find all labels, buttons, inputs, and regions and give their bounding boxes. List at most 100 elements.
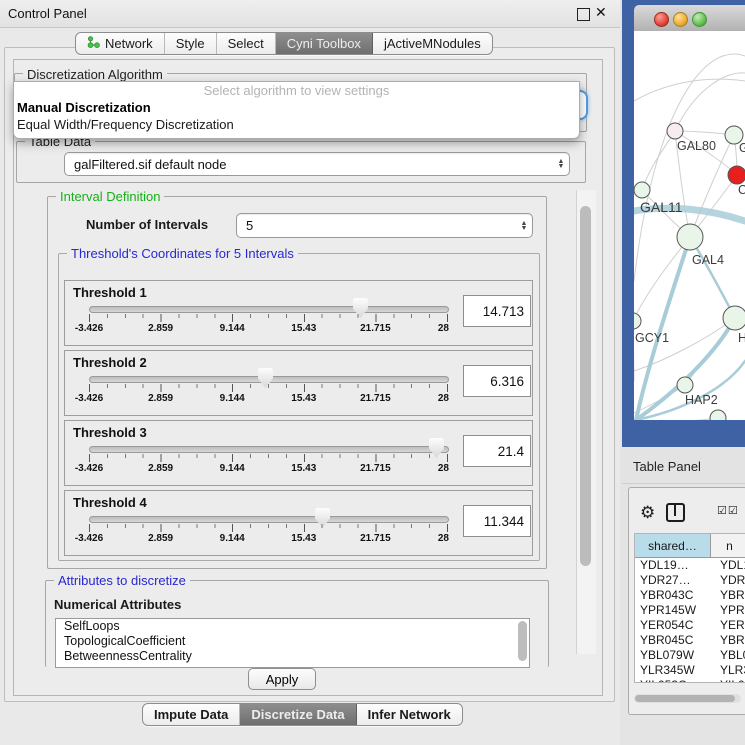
list-scrollbar[interactable]: [518, 621, 527, 661]
tick-label: 2.859: [148, 393, 173, 404]
threshold-3-slider-track[interactable]: [89, 446, 449, 453]
node-h[interactable]: [723, 306, 745, 330]
scrollbar-thumb[interactable]: [635, 695, 735, 702]
node-gal11[interactable]: [634, 182, 650, 198]
table-row[interactable]: YDR27…YDR2: [635, 573, 745, 588]
node-gcy1[interactable]: [634, 313, 641, 329]
cell[interactable]: YBR045C: [635, 633, 715, 648]
cell[interactable]: YIL053C: [635, 678, 715, 683]
tab-label: Style: [176, 36, 205, 51]
tick-label: 9.144: [220, 463, 245, 474]
list-item[interactable]: TopologicalCoefficient: [56, 634, 529, 649]
table-row[interactable]: YER054CYER0: [635, 618, 745, 633]
cell[interactable]: YBR0: [715, 588, 745, 603]
tab-label: Infer Network: [368, 707, 451, 722]
numerical-attributes-list[interactable]: SelfLoops TopologicalCoefficient Between…: [55, 618, 530, 668]
tab-select[interactable]: Select: [217, 33, 276, 54]
tick-label: -3.426: [75, 463, 103, 474]
slider-ticks: [89, 383, 448, 392]
cell[interactable]: YDL1: [715, 558, 745, 573]
cell[interactable]: YDL19…: [635, 558, 715, 573]
node-gal80[interactable]: [667, 123, 683, 139]
table-row[interactable]: YPR145WYPR1: [635, 603, 745, 618]
threshold-3-panel: Threshold 3 -3.426 2.859 9.144 15.43 21.…: [64, 420, 533, 486]
tick-label: 21.715: [360, 533, 391, 544]
list-item[interactable]: BetweennessCentrality: [56, 649, 529, 664]
cell[interactable]: YBR0: [715, 633, 745, 648]
tick-label: 21.715: [360, 463, 391, 474]
threshold-3-value-field[interactable]: 21.4: [463, 435, 531, 467]
table-row[interactable]: YIL053CYIL0: [635, 678, 745, 683]
table-row[interactable]: YBR043CYBR0: [635, 588, 745, 603]
tab-jactivemnodules[interactable]: jActiveMNodules: [373, 33, 492, 54]
num-intervals-combobox[interactable]: 5 ▲▼: [236, 213, 533, 238]
panel-scrollbar-thumb[interactable]: [580, 206, 591, 566]
network-graph: [634, 31, 745, 420]
tab-cyni-toolbox[interactable]: Cyni Toolbox: [276, 33, 373, 54]
node-bottom[interactable]: [710, 410, 726, 420]
cell[interactable]: YBL079W: [635, 648, 715, 663]
control-panel: Control Panel ✕ Network Sty: [0, 0, 620, 745]
node-hap2[interactable]: [677, 377, 693, 393]
zoom-traffic-light-icon[interactable]: [692, 12, 707, 27]
node-red-selected[interactable]: [728, 166, 745, 184]
select-columns-checkbox-icons[interactable]: ☑☑: [717, 504, 739, 517]
tick-label: 9.144: [220, 323, 245, 334]
threshold-1-slider-track[interactable]: [89, 306, 449, 313]
threshold-2-value-field[interactable]: 6.316: [463, 365, 531, 397]
table-row[interactable]: YBL079WYBL0: [635, 648, 745, 663]
tick-label: 28: [438, 533, 449, 544]
network-canvas[interactable]: GAL80 G C GAL11 GAL4 GCY1 H HAP2: [634, 31, 745, 420]
node-gal4[interactable]: [677, 224, 703, 250]
table-row[interactable]: YBR045CYBR0: [635, 633, 745, 648]
tick-label: 28: [438, 463, 449, 474]
cell[interactable]: YLR3: [715, 663, 745, 678]
network-window-titlebar[interactable]: [634, 5, 745, 32]
list-item[interactable]: SelfLoops: [56, 619, 529, 634]
table-row[interactable]: YDL19…YDL1: [635, 558, 745, 573]
node-attribute-table: shared… n YDL19…YDL1 YDR27…YDR2 YBR043CY…: [634, 533, 745, 683]
cell[interactable]: YDR27…: [635, 573, 715, 588]
table-horizontal-scrollbar[interactable]: [634, 694, 741, 703]
cell[interactable]: YDR2: [715, 573, 745, 588]
threshold-1-value-field[interactable]: 14.713: [463, 295, 531, 327]
table-panel-title: Table Panel: [633, 459, 701, 474]
dropdown-prompt-item[interactable]: Select algorithm to view settings: [14, 82, 579, 99]
thresholds-group-label: Threshold's Coordinates for 5 Intervals: [67, 246, 298, 261]
threshold-4-slider-track[interactable]: [89, 516, 449, 523]
float-window-icon[interactable]: [577, 8, 590, 21]
cell[interactable]: YIL0: [715, 678, 745, 683]
threshold-4-value-field[interactable]: 11.344: [463, 505, 531, 537]
node-label-gal4: GAL4: [692, 253, 724, 267]
cell[interactable]: YBL0: [715, 648, 745, 663]
minimize-traffic-light-icon[interactable]: [673, 12, 688, 27]
tick-label: 21.715: [360, 323, 391, 334]
tick-label: 9.144: [220, 393, 245, 404]
cell[interactable]: YBR043C: [635, 588, 715, 603]
dropdown-option-manual[interactable]: Manual Discretization: [14, 99, 579, 116]
gear-icon[interactable]: ⚙: [640, 503, 655, 523]
num-intervals-value: 5: [237, 218, 516, 233]
cell[interactable]: YLR345W: [635, 663, 715, 678]
column-header-name[interactable]: n: [711, 534, 745, 557]
dropdown-option-equal-width[interactable]: Equal Width/Frequency Discretization: [14, 116, 579, 133]
tick-label: 28: [438, 323, 449, 334]
tab-impute-data[interactable]: Impute Data: [143, 704, 240, 725]
slider-tick-labels: -3.426 2.859 9.144 15.43 21.715 28: [89, 533, 447, 545]
tab-label: Select: [228, 36, 264, 51]
apply-button[interactable]: Apply: [248, 668, 316, 690]
tab-style[interactable]: Style: [165, 33, 217, 54]
close-icon[interactable]: ✕: [595, 4, 609, 20]
column-header-shared-name[interactable]: shared…: [635, 534, 711, 557]
tab-infer-network[interactable]: Infer Network: [357, 704, 462, 725]
close-traffic-light-icon[interactable]: [654, 12, 669, 27]
columns-icon[interactable]: [666, 503, 685, 522]
cell[interactable]: YER0: [715, 618, 745, 633]
table-data-combobox[interactable]: galFiltered.sif default node ▲▼: [64, 152, 570, 176]
table-row[interactable]: YLR345WYLR3: [635, 663, 745, 678]
cell[interactable]: YER054C: [635, 618, 715, 633]
cell[interactable]: YPR145W: [635, 603, 715, 618]
cell[interactable]: YPR1: [715, 603, 745, 618]
tab-network[interactable]: Network: [76, 33, 165, 54]
tab-discretize-data[interactable]: Discretize Data: [240, 704, 356, 725]
